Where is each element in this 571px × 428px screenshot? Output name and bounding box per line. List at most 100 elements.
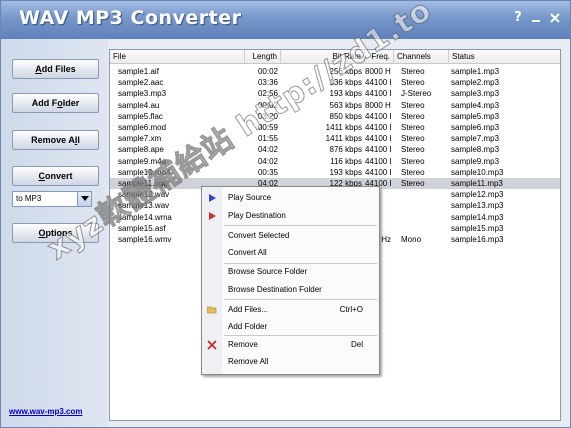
cell-freq: 44100 Hz (365, 78, 391, 88)
cell-freq: 44100 Hz (365, 167, 391, 177)
menu-item-label: Convert Selected (228, 231, 290, 240)
column-header-bitrate[interactable]: Bit Rate (281, 50, 365, 64)
cell-status: sample5.mp3 (451, 111, 500, 121)
cell-file: sample4.au (118, 100, 160, 110)
table-row[interactable]: sample4.au 00:02 563 kbps8000 Hz Stereo samp… (110, 100, 560, 111)
table-row[interactable]: sample7.xm 01:55 1411 kbps44100 Hz Stereo sa… (110, 133, 560, 144)
menu-item-add-folder[interactable]: Add Folder (202, 318, 379, 335)
cell-freq: 44100 Hz (365, 134, 391, 144)
column-header-file[interactable]: File (110, 50, 245, 64)
cell-length: 03:20 (257, 111, 278, 121)
cell-freq: 44100 Hz (365, 145, 391, 155)
cell-file: sample5.flac (118, 111, 163, 121)
cell-file: sample10.mp4 (118, 167, 171, 177)
cell-length: 00:35 (257, 167, 278, 177)
menu-item-play-source[interactable]: Play Source (202, 189, 379, 206)
cell-channels: J-Stereo (401, 89, 432, 99)
remove-all-label-pre: Remove A (31, 135, 75, 145)
dropdown-arrow[interactable] (77, 192, 91, 206)
menu-item-remove[interactable]: Remove Del (202, 336, 379, 353)
options-label: ptions (45, 228, 73, 238)
cell-file: sample2.aac (118, 78, 164, 88)
cell-length: 00:02 (257, 67, 278, 76)
cell-file: sample8.ape (118, 145, 164, 155)
cell-file: sample6.mod (118, 123, 167, 132)
table-row[interactable]: sample9.m4a 04:02 116 kbps44100 Hz Stereo sa… (110, 156, 560, 167)
minimize-icon (532, 20, 540, 22)
convert-label: onvert (44, 171, 73, 181)
column-header-channels[interactable]: Channels (394, 50, 449, 64)
cell-status: sample7.mp3 (451, 134, 500, 144)
add-folder-button[interactable]: Add Folder (12, 93, 99, 113)
cell-bitrate: 256 kbps (329, 67, 362, 76)
convert-button[interactable]: Convert (12, 166, 99, 186)
add-folder-label: lder (62, 98, 80, 108)
table-row[interactable]: sample10.mp4 00:35 193 kbps44100 Hz Stereo s… (110, 167, 560, 178)
menu-separator (224, 299, 377, 300)
chevron-down-icon (81, 196, 89, 201)
table-row[interactable]: sample3.mp3 02:56 193 kbps44100 Hz J-Stereo… (110, 88, 560, 99)
website-link[interactable]: www.wav-mp3.com (9, 407, 83, 416)
table-row[interactable]: sample6.mod 00:59 1411 kbps44100 Hz Stereo s… (110, 122, 560, 133)
sidebar: Add Files Add Folder Remove All Convert … (1, 39, 108, 427)
cell-status: sample15.mp3 (451, 223, 504, 233)
cell-file: sample1.aif (118, 67, 159, 76)
cell-length: 00:02 (257, 100, 278, 110)
cell-freq: 44100 Hz (365, 156, 391, 166)
cell-channels: Stereo (401, 111, 425, 121)
column-header-length[interactable]: Length (245, 50, 281, 64)
format-select-value: to MP3 (16, 194, 42, 203)
remove-all-label: l (77, 135, 80, 145)
remove-all-button[interactable]: Remove All (12, 130, 99, 150)
format-select[interactable]: to MP3 (12, 191, 92, 207)
menu-item-convert-selected[interactable]: Convert Selected (202, 227, 379, 244)
column-header-status[interactable]: Status (449, 50, 560, 64)
menu-item-label: Play Source (228, 193, 272, 202)
cell-length: 01:55 (257, 134, 278, 144)
menu-separator (224, 225, 377, 226)
options-label-underline: O (38, 228, 46, 238)
cell-channels: Stereo (401, 145, 425, 155)
cell-length: 04:02 (257, 145, 278, 155)
menu-item-play-destination[interactable]: Play Destination (202, 207, 379, 224)
cell-status: sample16.mp3 (451, 235, 504, 244)
app-window: WAV MP3 Converter ? Add Files Add Folder… (0, 0, 571, 428)
menu-item-label: Remove (228, 340, 258, 349)
cell-file: sample3.mp3 (118, 89, 167, 99)
column-header-freq[interactable]: Freq. (365, 50, 394, 64)
cell-freq: 44100 Hz (365, 123, 391, 132)
cell-channels: Stereo (401, 123, 425, 132)
cell-status: sample4.mp3 (451, 100, 500, 110)
menu-item-label: Convert All (228, 248, 267, 257)
table-row[interactable]: sample5.flac 03:20 850 kbps44100 Hz Stereo s… (110, 111, 560, 122)
cell-status: sample9.mp3 (451, 156, 500, 166)
menu-item-convert-all[interactable]: Convert All (202, 244, 379, 261)
cell-status: sample10.mp3 (451, 167, 504, 177)
help-button[interactable]: ? (511, 11, 525, 25)
cell-status: sample13.mp3 (451, 201, 504, 211)
context-menu: Play Source Play Destination Convert Sel… (201, 186, 380, 375)
cell-status: sample14.mp3 (451, 212, 504, 222)
close-button[interactable] (548, 11, 562, 25)
table-row[interactable]: sample2.aac 03:36 136 kbps44100 Hz Stereo sa… (110, 77, 560, 88)
cell-channels: Stereo (401, 134, 425, 144)
cell-freq: 44100 Hz (365, 89, 391, 99)
cell-bitrate: 1411 kbps (325, 134, 362, 144)
cell-channels: Stereo (401, 78, 425, 88)
add-folder-label-pre: Add F (31, 98, 58, 108)
menu-item-add-files[interactable]: Add Files... Ctrl+O (202, 301, 379, 318)
add-files-button[interactable]: Add Files (12, 59, 99, 79)
menu-item-browse-source[interactable]: Browse Source Folder (202, 263, 379, 280)
table-row[interactable]: sample8.ape 04:02 876 kbps44100 Hz Stereo sa… (110, 144, 560, 155)
table-row[interactable]: sample1.aif 00:02 256 kbps8000 Hz Stereo sam… (110, 66, 560, 77)
close-icon (550, 13, 560, 23)
options-button[interactable]: Options (12, 223, 99, 243)
menu-item-remove-all[interactable]: Remove All (202, 353, 379, 370)
cell-channels: Stereo (401, 156, 425, 166)
add-files-label: dd Files (41, 64, 76, 74)
menu-item-browse-destination[interactable]: Browse Destination Folder (202, 281, 379, 298)
cell-length: 02:56 (257, 89, 278, 99)
minimize-button[interactable] (529, 11, 543, 25)
play-icon (209, 212, 216, 220)
cell-bitrate: 1411 kbps (325, 123, 362, 132)
